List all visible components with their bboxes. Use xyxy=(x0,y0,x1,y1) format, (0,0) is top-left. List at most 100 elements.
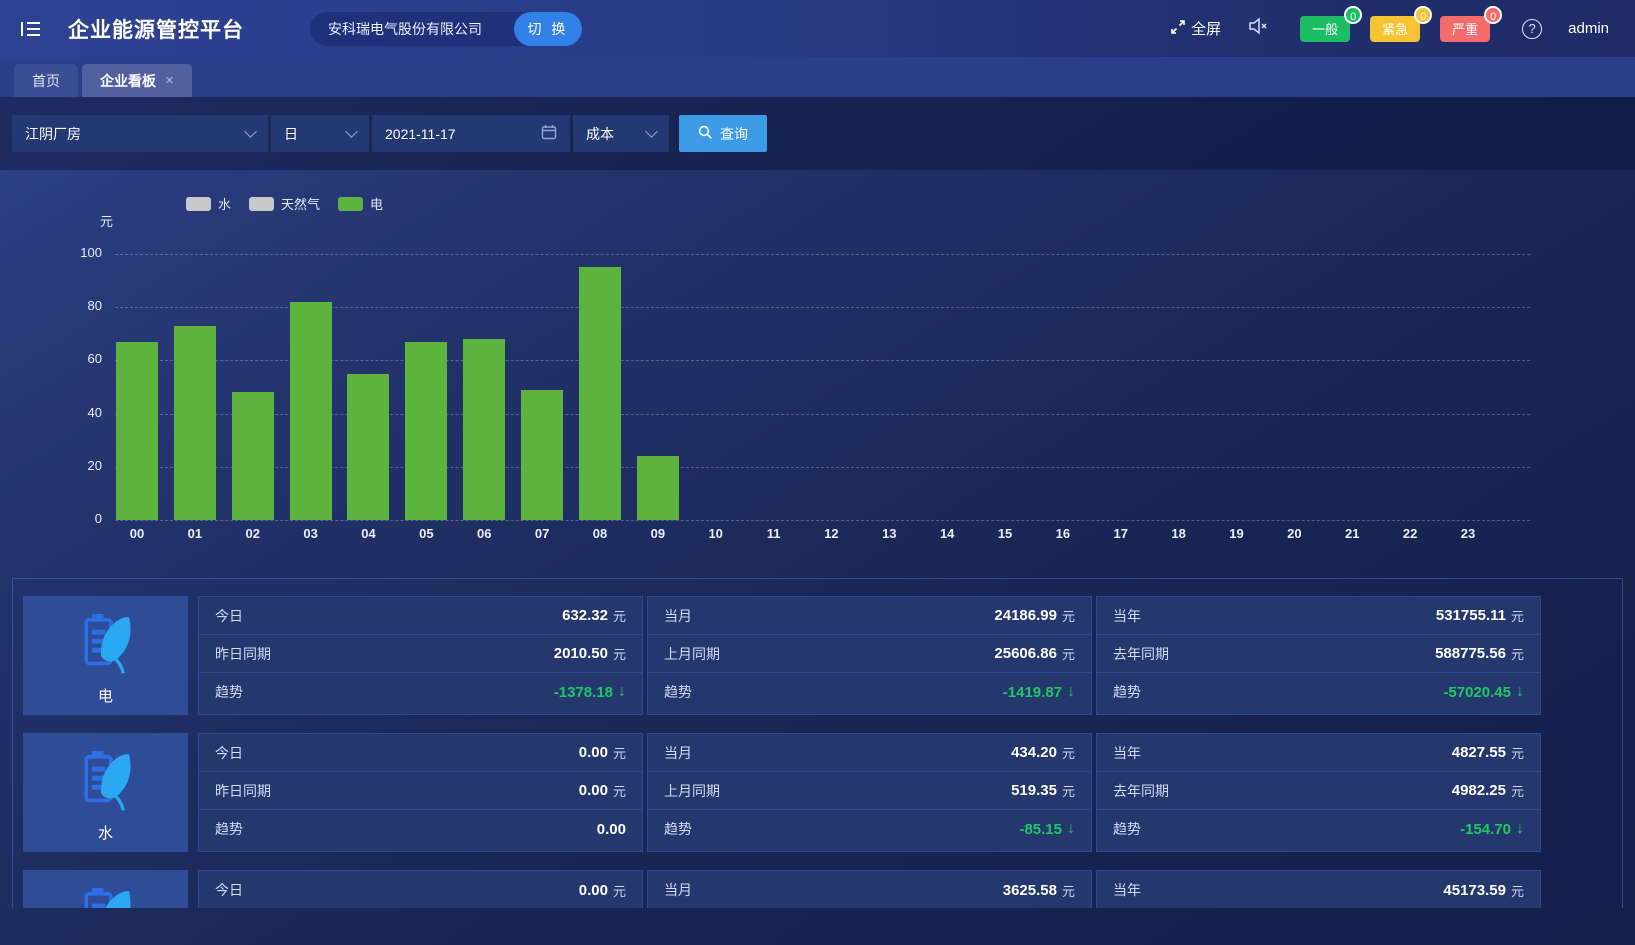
user-menu[interactable]: admin xyxy=(1568,20,1609,37)
alert-chip-label: 一般 xyxy=(1312,19,1338,38)
stat-label: 趋势 xyxy=(215,819,243,839)
stat-label: 当月 xyxy=(664,880,692,900)
stats-cell: 趋势-1419.87↓ xyxy=(648,673,1091,711)
alert-chip-label: 严重 xyxy=(1452,19,1478,38)
stat-value-group: 25606.86 元 xyxy=(994,644,1075,663)
date-picker[interactable]: 2021-11-17 xyxy=(372,115,570,152)
x-tick-label: 19 xyxy=(1213,526,1261,541)
stat-value: 434.20 xyxy=(1011,744,1057,761)
main-content: 江阴厂房 日 2021-11-17 成本 xyxy=(0,97,1635,945)
stat-value-group: 3625.58 元 xyxy=(1003,881,1075,900)
chevron-down-icon xyxy=(244,125,257,138)
x-tick-label: 23 xyxy=(1444,526,1492,541)
stat-label: 趋势 xyxy=(1113,819,1141,839)
app-header: 企业能源管控平台 安科瑞电气股份有限公司 切 换 全屏 一般0紧急0严重0 ? … xyxy=(0,0,1635,57)
stat-value: 531755.11 xyxy=(1436,607,1506,624)
search-icon xyxy=(698,125,713,143)
stat-label: 趋势 xyxy=(664,819,692,839)
stats-column: 当月 3625.58 元 xyxy=(647,870,1092,908)
stat-value-group: -1378.18 ↓ xyxy=(554,683,626,701)
stats-cell: 去年同期588775.56元 xyxy=(1097,635,1540,673)
tab-home[interactable]: 首页 xyxy=(14,64,78,97)
bar-hour-08 xyxy=(579,267,621,520)
bar-hour-05 xyxy=(405,342,447,520)
stat-value: 3625.58 xyxy=(1003,882,1057,899)
query-button-label: 查询 xyxy=(720,124,748,144)
stats-cell: 昨日同期2010.50元 xyxy=(199,635,642,673)
stat-value: 25606.86 xyxy=(994,645,1057,662)
period-select[interactable]: 日 xyxy=(271,115,369,152)
site-select-value: 江阴厂房 xyxy=(25,124,81,144)
alert-chip-1[interactable]: 一般0 xyxy=(1300,16,1350,42)
tab-bar: 首页 企业看板 × xyxy=(0,57,1635,97)
header-actions: 全屏 一般0 紧急0 严重0 ? admin xyxy=(1170,16,1609,42)
x-tick-label: 14 xyxy=(923,526,971,541)
switch-company-button[interactable]: 切 换 xyxy=(514,12,582,46)
x-tick-label: 20 xyxy=(1270,526,1318,541)
stats-column: 当月24186.99元上月同期25606.86元趋势-1419.87↓ xyxy=(647,596,1092,715)
stat-unit-label: 元 xyxy=(1062,644,1075,663)
battery-leaf-icon xyxy=(76,746,136,817)
alert-chip-2[interactable]: 紧急0 xyxy=(1370,16,1420,42)
x-tick-label: 04 xyxy=(344,526,392,541)
stat-label: 当年 xyxy=(1113,743,1141,763)
metric-select[interactable]: 成本 xyxy=(573,115,669,152)
y-tick-label: 40 xyxy=(48,405,102,420)
mute-button[interactable] xyxy=(1247,17,1268,40)
legend-item-1[interactable]: 水 xyxy=(186,194,231,213)
energy-icon-tile: 水 xyxy=(23,733,188,852)
stat-unit-label: 元 xyxy=(613,606,626,625)
stat-value-group: 4827.55元 xyxy=(1452,743,1524,762)
legend-item-2[interactable]: 天然气 xyxy=(249,194,320,213)
stats-cell: 趋势-1378.18↓ xyxy=(199,673,642,711)
stat-value-group: -154.70↓ xyxy=(1460,820,1524,838)
collapse-menu-icon[interactable] xyxy=(18,16,44,42)
legend-item-3[interactable]: 电 xyxy=(338,194,383,213)
stat-label: 上月同期 xyxy=(664,644,720,664)
bar-hour-07 xyxy=(521,390,563,520)
close-tab-icon[interactable]: × xyxy=(165,72,174,89)
stat-value-group: 588775.56元 xyxy=(1435,644,1524,663)
stat-unit-label: 元 xyxy=(613,644,626,663)
stats-column: 当年531755.11元去年同期588775.56元趋势-57020.45↓ xyxy=(1096,596,1541,715)
stats-column: 当月434.20元上月同期519.35元趋势-85.15↓ xyxy=(647,733,1092,852)
stat-unit-label: 元 xyxy=(1511,743,1524,762)
stat-label: 去年同期 xyxy=(1113,781,1169,801)
stat-value-group: 632.32元 xyxy=(562,606,626,625)
stat-unit-label: 元 xyxy=(1062,781,1075,800)
energy-card-3: 今日0.00元当月3625.58元当年45173.59元 xyxy=(23,870,1622,908)
energy-card-2: 水今日0.00元昨日同期0.00元趋势0.00当月434.20元上月同期519.… xyxy=(23,733,1622,852)
y-tick-label: 100 xyxy=(48,245,102,260)
tab-enterprise-board[interactable]: 企业看板 × xyxy=(82,64,192,97)
trend-down-arrow-icon: ↓ xyxy=(618,683,626,701)
bar-hour-01 xyxy=(174,326,216,520)
stat-value-group: 4982.25元 xyxy=(1452,781,1524,800)
stats-cell: 上月同期 25606.86 元 xyxy=(648,635,1091,673)
x-tick-label: 08 xyxy=(576,526,624,541)
app-title: 企业能源管控平台 xyxy=(68,14,244,44)
chevron-down-icon xyxy=(345,125,358,138)
stats-column: 今日632.32元昨日同期2010.50元趋势-1378.18↓ xyxy=(198,596,643,715)
alert-chip-3[interactable]: 严重0 xyxy=(1440,16,1490,42)
stats-column: 今日0.00元昨日同期0.00元趋势0.00 xyxy=(198,733,643,852)
stat-value-group: 45173.59元 xyxy=(1443,881,1524,900)
stat-label: 趋势 xyxy=(664,682,692,702)
stat-value: -85.15 xyxy=(1019,821,1062,838)
stat-unit-label: 元 xyxy=(1511,881,1524,900)
stat-value: -57020.45 xyxy=(1443,684,1511,701)
trend-down-arrow-icon: ↓ xyxy=(1516,820,1524,838)
stat-value: -1378.18 xyxy=(554,684,613,701)
energy-card-1: 电今日632.32元昨日同期2010.50元趋势-1378.18↓当月24186… xyxy=(23,596,1622,715)
query-button[interactable]: 查询 xyxy=(679,115,767,152)
site-select[interactable]: 江阴厂房 xyxy=(12,115,268,152)
fullscreen-button[interactable]: 全屏 xyxy=(1170,18,1221,39)
help-icon[interactable]: ? xyxy=(1522,19,1542,39)
energy-type-label: 电 xyxy=(98,685,113,703)
stat-value: 519.35 xyxy=(1011,782,1057,799)
stat-unit-label: 元 xyxy=(1062,881,1075,900)
stat-unit-label: 元 xyxy=(613,881,626,900)
stat-unit-label: 元 xyxy=(613,743,626,762)
stat-label: 当月 xyxy=(664,743,692,763)
trend-down-arrow-icon: ↓ xyxy=(1516,683,1524,701)
x-tick-label: 18 xyxy=(1155,526,1203,541)
